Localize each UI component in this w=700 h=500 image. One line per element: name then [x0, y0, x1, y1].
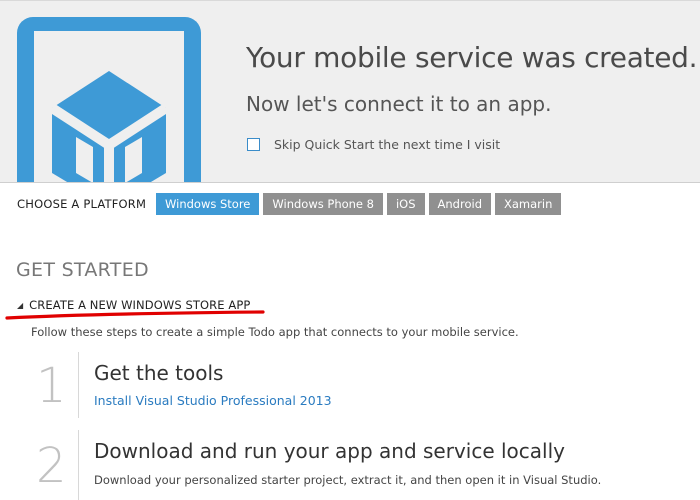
tab-ios[interactable]: iOS — [386, 193, 425, 215]
platform-tabs: Windows Store Windows Phone 8 iOS Androi… — [156, 193, 565, 215]
step-title: Get the tools — [94, 361, 224, 385]
step-number: 2 — [36, 438, 67, 494]
tab-xamarin[interactable]: Xamarin — [495, 193, 562, 215]
step-1: 1 Get the tools Install Visual Studio Pr… — [36, 352, 696, 418]
page-subtitle: Now let's connect it to an app. — [246, 92, 552, 116]
tab-windows-phone-8[interactable]: Windows Phone 8 — [263, 193, 383, 215]
install-visual-studio-link[interactable]: Install Visual Studio Professional 2013 — [94, 393, 332, 408]
platform-label: CHOOSE A PLATFORM — [17, 197, 147, 211]
hero-banner: Your mobile service was created. Now let… — [0, 0, 700, 183]
page-title: Your mobile service was created. — [246, 41, 698, 74]
step-description: Download your personalized starter proje… — [94, 473, 602, 487]
mobile-cube-icon — [17, 17, 201, 183]
skip-quickstart-label[interactable]: Skip Quick Start the next time I visit — [274, 137, 500, 152]
step-divider — [78, 352, 79, 418]
tab-android[interactable]: Android — [428, 193, 491, 215]
platform-selector: CHOOSE A PLATFORM Windows Store Windows … — [0, 182, 700, 228]
skip-quickstart-option[interactable]: Skip Quick Start the next time I visit — [247, 137, 500, 152]
get-started-heading: GET STARTED — [16, 259, 149, 281]
step-number: 1 — [36, 358, 67, 414]
step-2: 2 Download and run your app and service … — [36, 430, 696, 500]
tab-windows-store[interactable]: Windows Store — [156, 193, 260, 215]
step-divider — [78, 430, 79, 500]
skip-quickstart-checkbox[interactable] — [247, 138, 260, 151]
red-underline-annotation — [5, 310, 265, 320]
step-title: Download and run your app and service lo… — [94, 439, 565, 463]
section-intro: Follow these steps to create a simple To… — [31, 325, 519, 339]
